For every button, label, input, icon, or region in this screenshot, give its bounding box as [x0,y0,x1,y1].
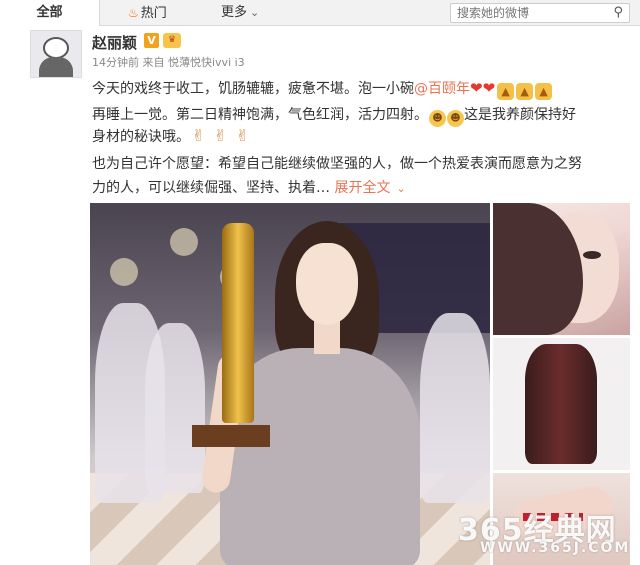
post-text-line-3: 身材的秘诀哦。 ✌ ✌ ✌ [92,126,256,146]
vip-icon[interactable]: ♛ [163,33,181,48]
victory-hand-icon: ✌ [213,126,228,145]
victory-hand-icon: ✌ [235,126,250,145]
thumbs-up-icon: ▲ [516,83,534,100]
avatar-body [39,57,73,77]
avatar-head [43,37,69,59]
stage-light [110,258,138,286]
portrait-eye [583,251,601,259]
post-photo-main[interactable] [90,203,490,565]
tab-hot[interactable]: ♨ 热门 [128,0,167,26]
tab-hot-label: 热门 [140,6,167,21]
post-photo-side-2[interactable] [493,338,630,470]
heart-icon: ❤ [482,79,496,97]
subject-face [296,243,358,325]
background-person [420,313,490,503]
thumbs-up-icon: ▲ [497,83,515,100]
trophy-base [192,425,270,447]
watermark-url: WWW.365J.COM [480,540,631,556]
post-text-line-2: 再睡上一觉。第二日精神饱满，气色红润，活力四射。 ☻ ☻ 这是我养颜保持好 [92,104,576,127]
post-text-segment: 再睡上一觉。第二日精神饱满，气色红润，活力四射。 [92,107,428,123]
top-tab-bar: 全部 ♨热门 更多⌄ ⚲ [0,0,640,26]
post-text-segment: 身材的秘诀哦。 [92,129,190,145]
search-box: ⚲ [450,3,630,23]
post-text-segment: 这是我养颜保持好 [464,107,576,123]
expand-full-text-link[interactable]: 展开全文 ⌄ [334,180,405,196]
victory-hand-icon: ✌ [191,126,206,145]
chevron-down-icon: ⌄ [396,182,406,195]
laughing-face-icon: ☻ [429,110,446,127]
background-person [145,323,205,493]
post-text-line-1: 今天的戏终于收工，饥肠辘辘，疲惫不堪。泡一小碗@百颐年❤❤ ▲ ▲ ▲ [92,78,553,100]
long-hair [525,344,597,464]
heart-icon: ❤ [470,79,483,97]
post-text-line-4: 也为自己许个愿望：希望自己能继续做坚强的人，做一个热爱表演而愿意为之努 [92,156,582,172]
expand-label: 展开全文 [334,180,391,196]
chevron-down-icon: ⌄ [250,6,260,19]
tab-all[interactable]: 全部 [0,0,100,26]
laughing-face-icon: ☻ [447,110,464,127]
avatar[interactable] [30,30,82,78]
tab-more-label: 更多 [221,5,248,20]
post-text-segment: 今天的戏终于收工，饥肠辘辘，疲惫不堪。泡一小碗 [92,81,414,97]
trophy [222,223,254,423]
thumbs-up-icon: ▲ [535,83,553,100]
post-photo-side-1[interactable] [493,203,630,335]
search-input[interactable] [457,5,597,21]
fire-icon: ♨ [128,6,139,20]
tab-more[interactable]: 更多 ⌄ [221,0,259,26]
search-icon[interactable]: ⚲ [613,5,623,20]
author-name[interactable]: 赵丽颖 [92,32,137,53]
verified-icon[interactable]: V [144,33,159,48]
post-text-segment: 力的人，可以继续倔强、坚持、执着… [92,180,330,196]
post-text-line-5: 力的人，可以继续倔强、坚持、执着… 展开全文 ⌄ [92,177,406,197]
stage-light [170,228,198,256]
mention-link[interactable]: @百颐年 [414,81,470,97]
post-meta: 14分钟前 来自 悦薄悦快ivvi i3 [92,56,245,69]
